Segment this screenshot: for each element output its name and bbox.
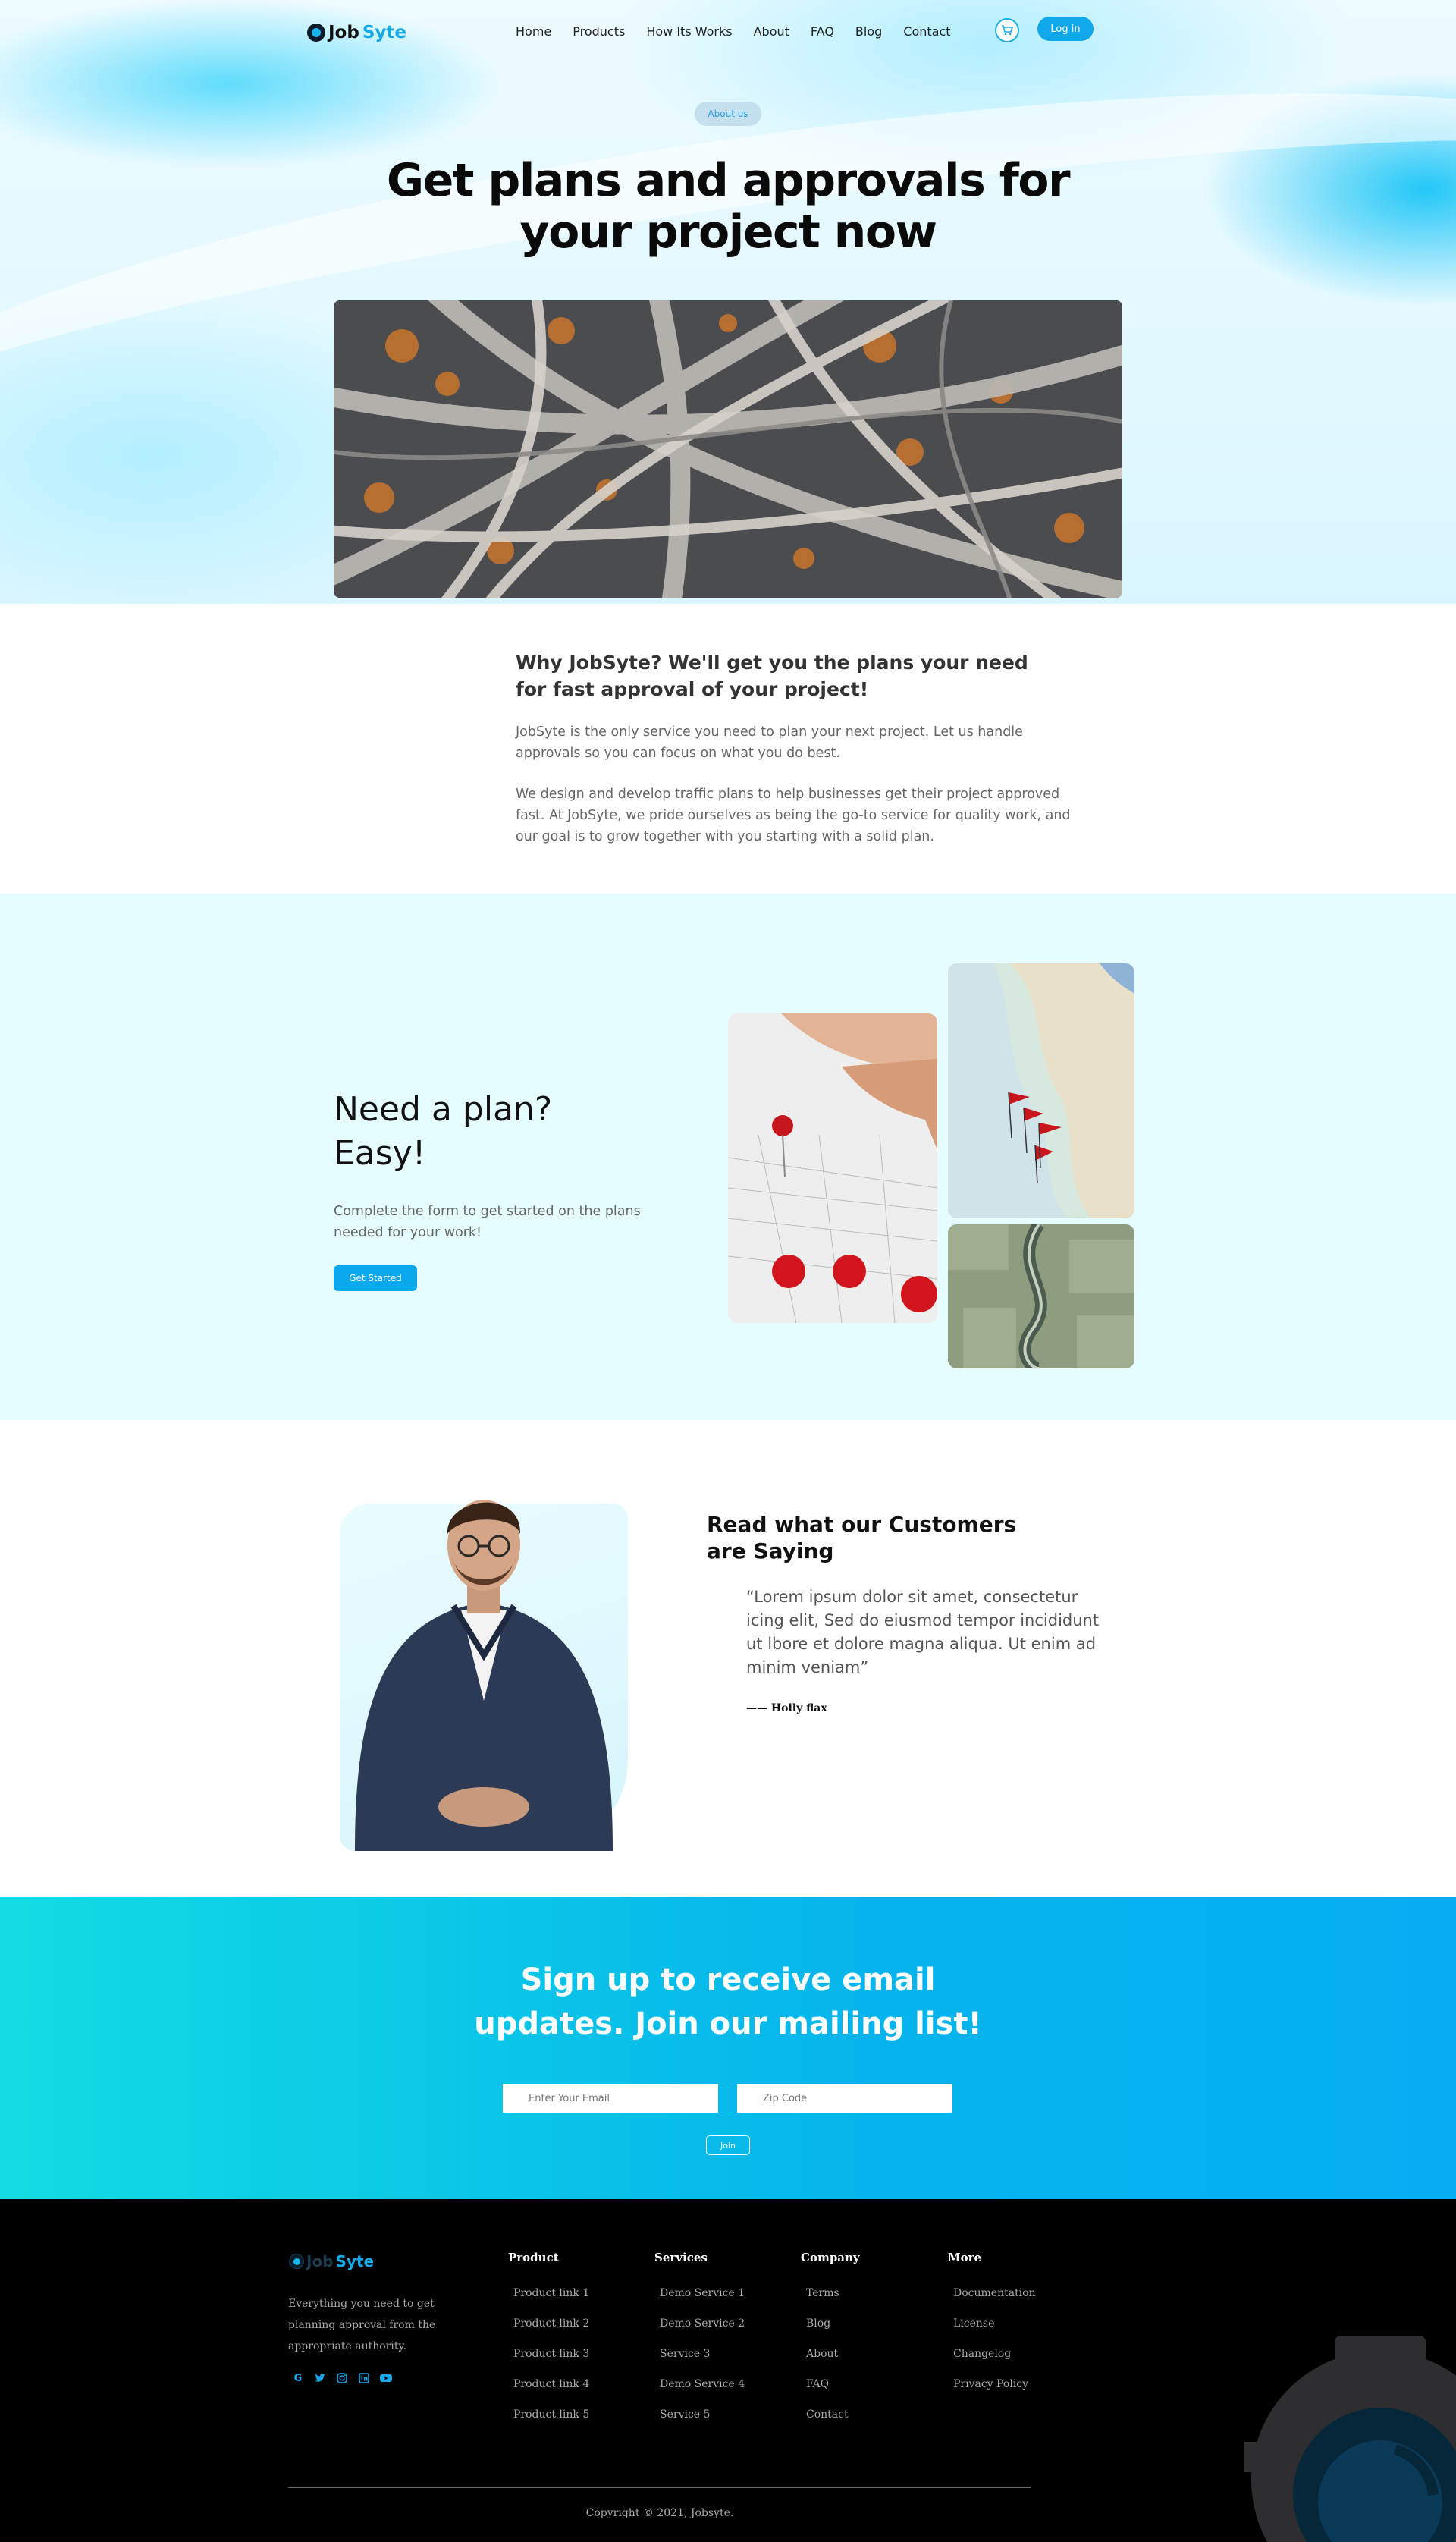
footer-link[interactable]: Product link 1	[513, 2286, 589, 2300]
testimonial-quote: “Lorem ipsum dolor sit amet, consectetur…	[746, 1588, 1100, 1676]
testimonial-heading: Read what our Customers are Saying	[707, 1512, 1017, 1563]
need-a-plan-heading-line2: Easy!	[334, 1134, 426, 1173]
need-a-plan-heading: Need a plan? Easy!	[334, 1088, 552, 1176]
logo-text-syte: Syte	[362, 23, 406, 42]
footer-link[interactable]: Product link 3	[513, 2347, 589, 2361]
instagram-icon[interactable]	[335, 2372, 349, 2386]
footer-link[interactable]: Demo Service 1	[660, 2286, 745, 2300]
footer-link[interactable]: Blog	[806, 2317, 860, 2330]
nav-link-faq[interactable]: FAQ	[811, 24, 834, 39]
footer-link[interactable]: License	[953, 2317, 1036, 2330]
aerial-river-fields-image	[948, 1224, 1134, 1368]
cart-button[interactable]	[995, 18, 1019, 42]
hero-title-line1: Get plans and approvals for	[386, 154, 1071, 207]
hero-section: Job Syte Home Products How Its Works Abou…	[0, 0, 1456, 604]
zip-code-input[interactable]	[737, 2084, 952, 2113]
signup-title-line1: Sign up to receive email	[520, 1962, 936, 1997]
testimonial-author: —— Holly flax	[746, 1702, 827, 1714]
footer-link[interactable]: Terms	[806, 2286, 860, 2300]
footer-link[interactable]: Product link 4	[513, 2377, 589, 2391]
about-us-pill: About us	[695, 102, 761, 126]
why-jobsyte-heading: Why JobSyte? We'll get you the plans you…	[516, 652, 1028, 700]
footer-link[interactable]: Service 5	[660, 2408, 745, 2421]
hero-title: Get plans and approvals for your project…	[0, 155, 1456, 258]
site-footer: Job Syte Everything you need to get plann…	[0, 2199, 1456, 2542]
why-jobsyte-section: Why JobSyte? We'll get you the plans you…	[0, 604, 1456, 894]
hero-title-line2: your project now	[519, 206, 937, 259]
footer-link[interactable]: Demo Service 2	[660, 2317, 745, 2330]
signup-title: Sign up to receive email updates. Join o…	[0, 1958, 1456, 2046]
signup-title-line2: updates. Join our mailing list!	[474, 2006, 982, 2041]
footer-link[interactable]: Service 3	[660, 2347, 745, 2361]
nav-link-contact[interactable]: Contact	[903, 24, 950, 39]
footer-column-title: Product	[508, 2251, 559, 2264]
logo-icon	[307, 24, 325, 42]
social-links: G	[291, 2372, 393, 2386]
testimonial-section: Read what our Customers are Saying “Lore…	[0, 1420, 1456, 1897]
youtube-icon[interactable]	[379, 2372, 393, 2386]
copyright-text: Copyright © 2021, Jobsyte.	[585, 2507, 734, 2519]
need-a-plan-section: Need a plan? Easy! Complete the form to …	[0, 894, 1456, 1420]
email-input[interactable]	[503, 2084, 718, 2113]
footer-link[interactable]: Demo Service 4	[660, 2377, 745, 2391]
nav-link-blog[interactable]: Blog	[855, 24, 882, 39]
footer-column-title: More	[948, 2251, 982, 2264]
footer-column-company: Company Terms Blog About FAQ Contact	[801, 2251, 860, 2438]
top-navigation: Job Syte Home Products How Its Works Abou…	[0, 17, 1456, 47]
footer-link[interactable]: Changelog	[953, 2347, 1036, 2361]
highway-illustration	[334, 300, 1122, 598]
footer-link[interactable]: Product link 2	[513, 2317, 589, 2330]
footer-divider	[288, 2487, 1031, 2488]
footer-brand-logo[interactable]: Job Syte	[289, 2252, 374, 2270]
footer-logo-icon	[289, 2254, 304, 2269]
footer-logo-text-syte: Syte	[335, 2252, 375, 2270]
nav-link-products[interactable]: Products	[573, 24, 625, 39]
brand-logo[interactable]: Job Syte	[307, 23, 406, 42]
footer-link[interactable]: Documentation	[953, 2286, 1036, 2300]
footer-link[interactable]: Contact	[806, 2408, 860, 2421]
footer-about-text: Everything you need to get planning appr…	[288, 2298, 436, 2352]
footer-column-more: More Documentation License Changelog Pri…	[948, 2251, 1036, 2408]
newsletter-signup-section: Sign up to receive email updates. Join o…	[0, 1897, 1456, 2199]
highway-interchange-image	[334, 300, 1122, 598]
footer-link[interactable]: Privacy Policy	[953, 2377, 1036, 2391]
nav-links: Home Products How Its Works About FAQ Bl…	[516, 24, 972, 39]
footer-link[interactable]: Product link 5	[513, 2408, 589, 2421]
world-map-flags-image	[948, 963, 1134, 1218]
cart-icon	[1002, 25, 1013, 36]
login-button[interactable]: Log in	[1037, 17, 1094, 41]
why-jobsyte-paragraph-2: We design and develop traffic plans to h…	[516, 787, 1071, 844]
nav-link-about[interactable]: About	[754, 24, 789, 39]
why-jobsyte-paragraph-1: JobSyte is the only service you need to …	[516, 724, 1023, 761]
footer-logo-text-job: Job	[306, 2252, 334, 2270]
logo-text-job: Job	[328, 23, 359, 42]
footer-link[interactable]: FAQ	[806, 2377, 860, 2391]
pushpin-map-image	[728, 1013, 937, 1323]
get-started-button[interactable]: Get Started	[334, 1265, 417, 1291]
need-a-plan-text: Complete the form to get started on the …	[334, 1204, 641, 1240]
join-button[interactable]: Join	[706, 2135, 750, 2155]
footer-column-title: Services	[654, 2251, 708, 2264]
linkedin-icon[interactable]	[357, 2372, 371, 2386]
nav-link-how-its-works[interactable]: How Its Works	[646, 24, 732, 39]
twitter-icon[interactable]	[313, 2372, 327, 2386]
footer-column-product: Product Product link 1 Product link 2 Pr…	[508, 2251, 589, 2438]
need-a-plan-heading-line1: Need a plan?	[334, 1090, 553, 1129]
footer-column-services: Services Demo Service 1 Demo Service 2 S…	[654, 2251, 745, 2438]
google-icon[interactable]: G	[291, 2372, 305, 2386]
footer-column-title: Company	[801, 2251, 860, 2264]
customer-photo	[340, 1473, 628, 1851]
footer-link[interactable]: About	[806, 2347, 860, 2361]
nav-link-home[interactable]: Home	[516, 24, 551, 39]
